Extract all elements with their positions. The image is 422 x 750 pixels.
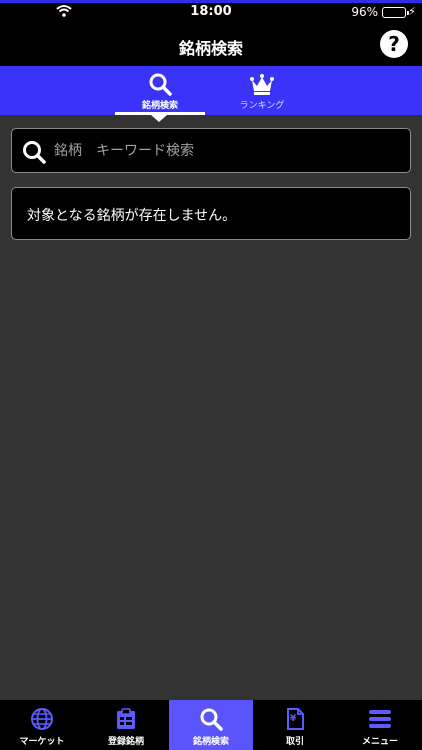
bottom-tab-stock-search[interactable]: 銘柄検索 xyxy=(169,700,253,750)
tab-stock-search[interactable]: 銘柄検索 xyxy=(115,66,205,115)
tab-label: ランキング xyxy=(239,101,285,111)
search-field xyxy=(11,128,411,173)
bottom-tab-market[interactable]: マーケット xyxy=(0,700,84,750)
charging-icon: ⚡ xyxy=(408,5,416,18)
bottom-tab-bar: マーケット 登録銘柄 銘柄検索 ¥ 取引 メニュー xyxy=(0,700,422,750)
empty-result-message: 対象となる銘柄が存在しません。 xyxy=(11,187,411,240)
menu-icon xyxy=(369,710,391,728)
help-button[interactable]: ? xyxy=(380,30,408,58)
search-icon xyxy=(149,73,172,96)
clipboard-icon xyxy=(117,708,135,729)
bottom-tab-label: 銘柄検索 xyxy=(192,737,229,747)
bottom-tab-label: メニュー xyxy=(361,737,398,747)
page-title: 銘柄検索 xyxy=(178,39,243,58)
active-tab-pointer xyxy=(151,115,167,122)
svg-text:¥: ¥ xyxy=(290,714,297,724)
battery-icon xyxy=(382,7,409,18)
crown-icon xyxy=(250,74,274,95)
bottom-tab-watchlist[interactable]: 登録銘柄 xyxy=(84,700,168,750)
yen-document-icon: ¥ xyxy=(287,708,304,730)
bottom-tab-label: 登録銘柄 xyxy=(107,737,144,747)
segment-tabs: 銘柄検索 ランキング xyxy=(0,66,422,115)
search-input[interactable] xyxy=(54,135,394,166)
battery-percent: 96% xyxy=(351,5,378,19)
tab-ranking[interactable]: ランキング xyxy=(217,66,307,115)
search-icon xyxy=(200,708,223,731)
bottom-tab-trade[interactable]: ¥ 取引 xyxy=(253,700,337,750)
status-bar: 18:00 96% ⚡ xyxy=(0,3,422,23)
bottom-tab-menu[interactable]: メニュー xyxy=(338,700,422,750)
bottom-tab-label: 取引 xyxy=(285,737,304,747)
bottom-tab-label: マーケット xyxy=(19,737,65,747)
tab-label: 銘柄検索 xyxy=(141,101,178,111)
search-icon xyxy=(23,141,46,164)
globe-icon xyxy=(31,708,53,730)
navigation-bar: 銘柄検索 ? xyxy=(0,23,422,66)
